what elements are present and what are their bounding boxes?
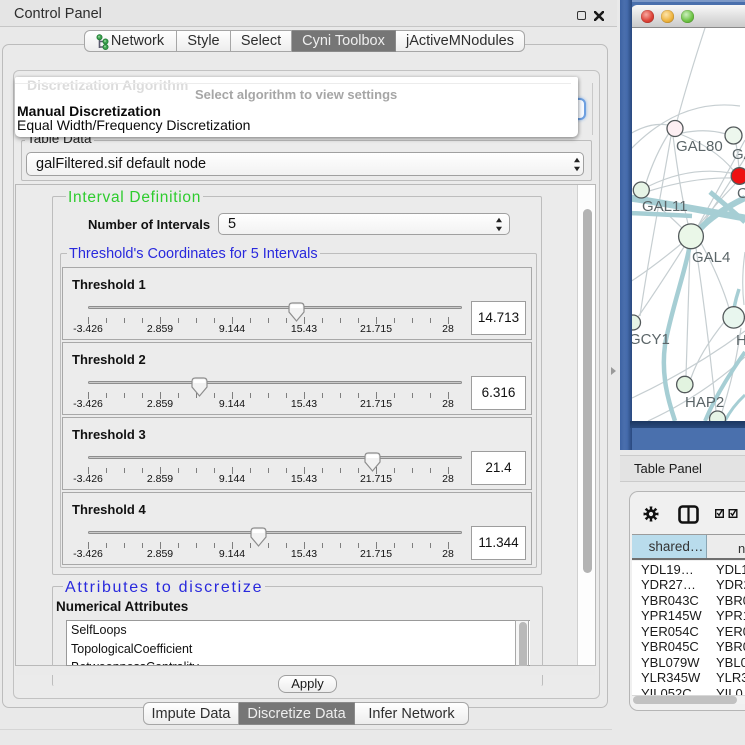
svg-text:HAP2: HAP2 <box>685 394 724 411</box>
svg-text:GA: GA <box>732 146 745 163</box>
svg-text:GAL4: GAL4 <box>692 249 730 266</box>
svg-text:GCY1: GCY1 <box>632 331 670 348</box>
svg-text:C: C <box>737 185 745 202</box>
svg-text:GAL80: GAL80 <box>676 138 723 155</box>
svg-text:H: H <box>736 332 745 349</box>
svg-text:GAL11: GAL11 <box>642 198 688 215</box>
